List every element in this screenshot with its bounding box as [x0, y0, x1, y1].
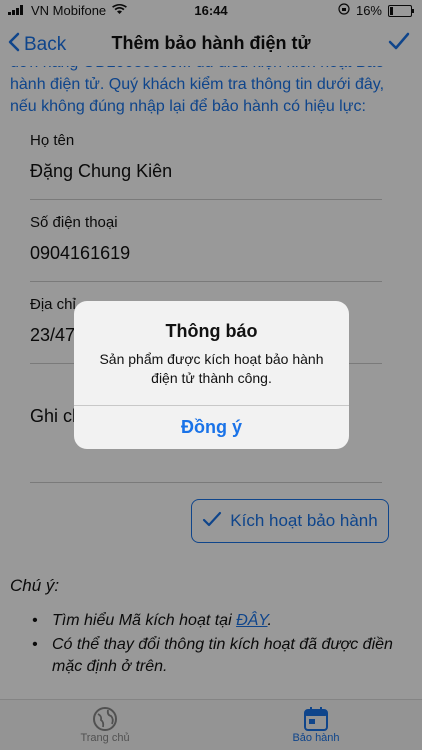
alert-title: Thông báo [165, 321, 258, 341]
alert-message: Sản phẩm được kích hoạt bảo hành điện tử… [99, 351, 324, 386]
alert-ok-button[interactable]: Đồng ý [74, 406, 349, 449]
alert-dialog: Thông báo Sản phẩm được kích hoạt bảo hà… [74, 301, 349, 449]
